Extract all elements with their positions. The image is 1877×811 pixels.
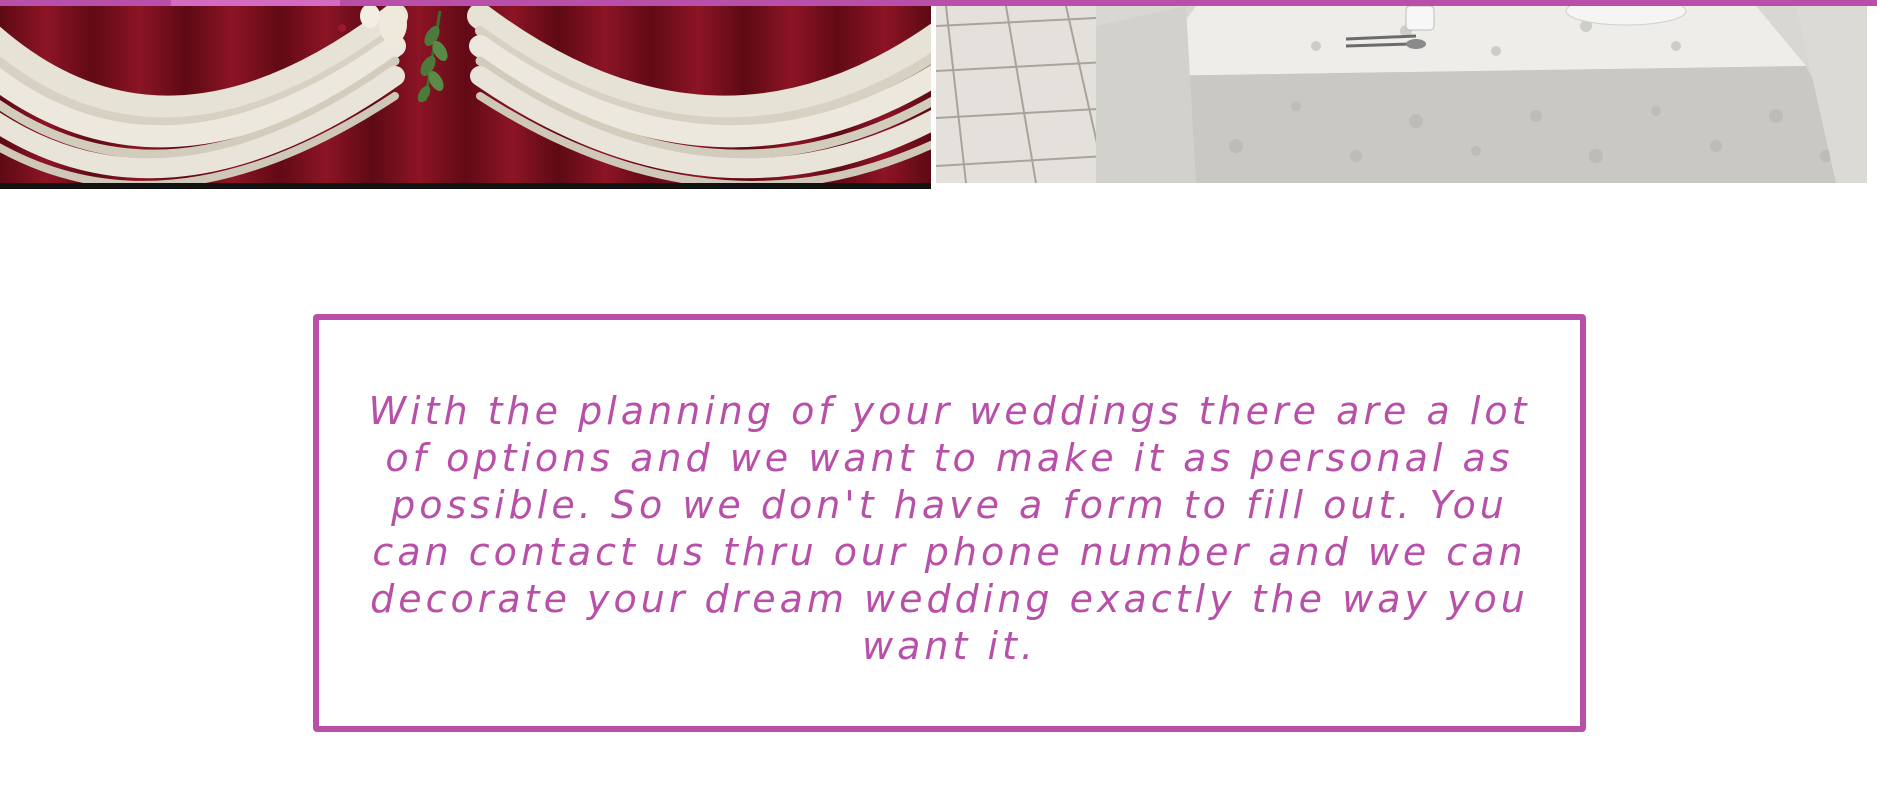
table-setting-photo[interactable] (936, 6, 1867, 183)
info-box: With the planning of your weddings there… (313, 314, 1586, 732)
table-illustration (936, 6, 1867, 183)
wedding-drapery-backdrop-photo[interactable] (0, 6, 931, 189)
drapery-illustration (0, 6, 931, 183)
info-text: With the planning of your weddings there… (368, 389, 1531, 668)
